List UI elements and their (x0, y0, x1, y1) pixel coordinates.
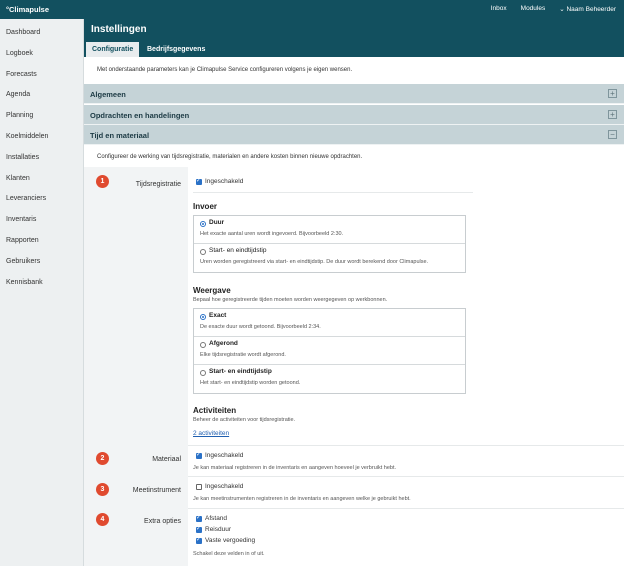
meetinstrument-description: Je kan meetinstrumenten registreren in d… (193, 496, 411, 502)
option-description: De exacte duur wordt getoond. Bijvoorbee… (200, 324, 321, 330)
tab-configuratie[interactable]: Configuratie (86, 42, 140, 57)
invoer-radio-group: Duur Het exacte aantal uren wordt ingevo… (193, 215, 466, 273)
checkbox-label: Ingeschakeld (205, 452, 244, 459)
step-badge: 1 (96, 175, 109, 188)
checkbox-label: Ingeschakeld (205, 483, 244, 490)
collapse-icon[interactable]: − (608, 130, 617, 139)
settings-intro: Met onderstaande parameters kan je Clima… (97, 67, 353, 73)
checkbox-label: Afstand (205, 515, 228, 522)
option-title: Exact (209, 312, 227, 319)
radio-option-exact[interactable]: Exact De exacte duur wordt getoond. Bijv… (194, 309, 465, 337)
sidebar-item-rapporten[interactable]: Rapporten (0, 231, 83, 252)
option-description: Elke tijdsregistratie wordt afgerond. (200, 352, 286, 358)
sidebar-item-installaties[interactable]: Installaties (0, 148, 83, 169)
top-bar: °Climapulse Inbox Modules ⌄ Naam Beheerd… (0, 0, 624, 19)
weergave-radio-group: Exact De exacte duur wordt getoond. Bijv… (193, 308, 466, 394)
radio-option-start-eind[interactable]: Start- en eindtijdstip Uren worden gereg… (194, 244, 465, 272)
checkbox-label: Ingeschakeld (205, 178, 244, 185)
label-column (84, 167, 188, 566)
materiaal-checkbox[interactable] (196, 451, 202, 459)
expand-icon[interactable]: + (608, 110, 617, 119)
radio-button[interactable] (200, 314, 206, 320)
option-description: Het start- en eindtijdstip worden getoon… (200, 380, 301, 386)
section-tijd-en-materiaal[interactable]: Tijd en materiaal − (84, 125, 624, 145)
sidebar-item-agenda[interactable]: Agenda (0, 85, 83, 106)
reisduur-checkbox[interactable] (196, 525, 202, 533)
divider (188, 445, 624, 446)
materiaal-label: Materiaal (152, 456, 181, 463)
radio-button[interactable] (200, 249, 206, 255)
activiteiten-link[interactable]: 2 activiteiten (193, 430, 229, 437)
main-content: Met onderstaande parameters kan je Clima… (84, 57, 624, 566)
expand-icon[interactable]: + (608, 89, 617, 98)
section-algemeen[interactable]: Algemeen + (84, 84, 624, 104)
radio-button[interactable] (200, 370, 206, 376)
checkbox-label: Reisduur (205, 526, 232, 533)
step-badge: 3 (96, 483, 109, 496)
sidebar-item-dashboard[interactable]: Dashboard (0, 23, 83, 44)
radio-option-afgerond[interactable]: Afgerond Elke tijdsregistratie wordt afg… (194, 337, 465, 365)
sidebar-item-koelmiddelen[interactable]: Koelmiddelen (0, 127, 83, 148)
sidebar-item-leveranciers[interactable]: Leveranciers (0, 189, 83, 210)
radio-button[interactable] (200, 342, 206, 348)
section-opdrachten[interactable]: Opdrachten en handelingen + (84, 105, 624, 125)
sidebar-item-planning[interactable]: Planning (0, 106, 83, 127)
radio-button[interactable] (200, 221, 206, 227)
sidebar-item-kennisbank[interactable]: Kennisbank (0, 273, 83, 294)
activiteiten-title: Activiteiten (193, 406, 237, 415)
materiaal-description: Je kan materiaal registreren in de inven… (193, 465, 397, 471)
tijdsregistratie-checkbox[interactable] (196, 177, 202, 185)
afstand-checkbox[interactable] (196, 514, 202, 522)
climapulse-logo[interactable]: °Climapulse (6, 5, 49, 14)
extra-opties-label: Extra opties (144, 518, 181, 525)
sidebar-item-klanten[interactable]: Klanten (0, 169, 83, 190)
checkbox-label: Vaste vergoeding (205, 537, 256, 544)
user-menu[interactable]: ⌄ Naam Beheerder (559, 5, 616, 13)
option-title: Afgerond (209, 340, 238, 347)
divider (188, 508, 624, 509)
sidebar: Dashboard Logboek Forecasts Agenda Plann… (0, 19, 84, 566)
top-nav: Inbox Modules ⌄ Naam Beheerder (491, 5, 616, 13)
meetinstrument-label: Meetinstrument (132, 487, 181, 494)
option-description: Uren worden geregistreerd via start- en … (200, 259, 429, 265)
radio-option-duur[interactable]: Duur Het exacte aantal uren wordt ingevo… (194, 216, 465, 244)
weergave-description: Bepaal hoe geregistreerde tijden moeten … (193, 297, 388, 303)
divider (193, 192, 473, 193)
option-title: Start- en eindtijdstip (209, 247, 267, 254)
section-title: Algemeen (90, 90, 126, 99)
section-title: Tijd en materiaal (90, 131, 150, 140)
meetinstrument-checkbox[interactable] (196, 484, 202, 490)
modules-link[interactable]: Modules (521, 5, 546, 13)
tijdsregistratie-label: Tijdsregistratie (135, 181, 181, 188)
sidebar-item-logboek[interactable]: Logboek (0, 44, 83, 65)
sidebar-item-forecasts[interactable]: Forecasts (0, 65, 83, 86)
page-title: Instellingen (91, 24, 147, 35)
invoer-title: Invoer (193, 202, 218, 211)
page-header: Instellingen Configuratie Bedrijfsgegeve… (84, 19, 624, 57)
option-title: Start- en eindtijdstip (209, 368, 272, 375)
tab-bedrijfsgegevens[interactable]: Bedrijfsgegevens (141, 42, 211, 57)
step-badge: 2 (96, 452, 109, 465)
step-badge: 4 (96, 513, 109, 526)
sidebar-item-gebruikers[interactable]: Gebruikers (0, 252, 83, 273)
sidebar-item-inventaris[interactable]: Inventaris (0, 210, 83, 231)
divider (188, 476, 624, 477)
vaste-vergoeding-checkbox[interactable] (196, 536, 202, 544)
radio-option-start-eind-weergave[interactable]: Start- en eindtijdstip Het start- en ein… (194, 365, 465, 393)
activiteiten-description: Beheer de activiteiten voor tijdsregistr… (193, 417, 296, 423)
section-title: Opdrachten en handelingen (90, 111, 190, 120)
extra-opties-description: Schakel deze velden in of uit. (193, 551, 265, 557)
weergave-title: Weergave (193, 286, 231, 295)
option-title: Duur (209, 219, 225, 226)
option-description: Het exacte aantal uren wordt ingevoerd. … (200, 231, 344, 237)
inbox-link[interactable]: Inbox (491, 5, 507, 13)
section-description: Configureer de werking van tijdsregistra… (97, 154, 363, 160)
